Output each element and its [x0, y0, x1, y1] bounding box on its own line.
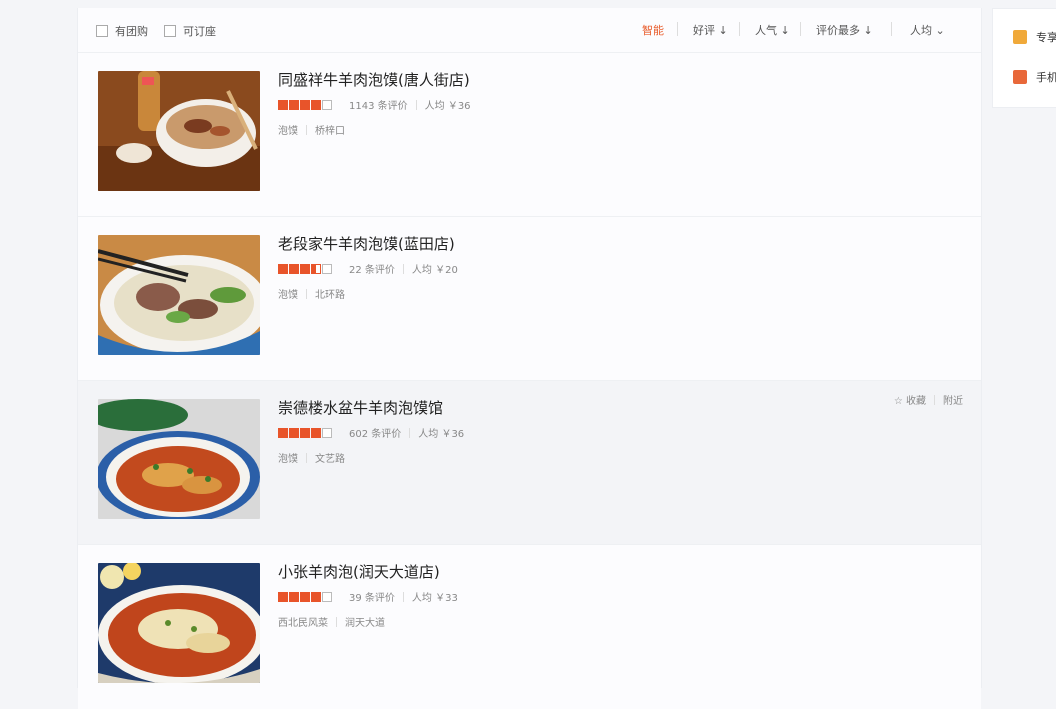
- restaurant-list-panel: 有团购 可订座 智能 好评 ↓ 人气 ↓ 评价最多 ↓ 人均 ⌄ 同盛祥牛羊肉泡…: [77, 8, 982, 709]
- restaurant-photo[interactable]: [98, 399, 260, 519]
- tags-row: 泡馍 北环路: [278, 286, 345, 301]
- avg-price: 人均 ￥36: [418, 429, 465, 440]
- divider: [739, 22, 740, 36]
- sort-smart[interactable]: 智能: [642, 22, 664, 38]
- cuisine-tag[interactable]: 泡馍: [278, 122, 298, 137]
- avg-price: 人均 ￥36: [424, 101, 471, 112]
- star-icon: ☆: [893, 396, 903, 407]
- restaurant-name[interactable]: 崇德楼水盆牛羊肉泡馍馆: [278, 397, 443, 418]
- avg-price: 人均 ￥20: [411, 265, 458, 276]
- area-tag[interactable]: 北环路: [315, 286, 345, 301]
- restaurant-card[interactable]: 崇德楼水盆牛羊肉泡馍馆 602 条评价 人均 ￥36 泡馍 文艺路 ☆ 收藏 附…: [78, 380, 981, 545]
- restaurant-photo[interactable]: [98, 71, 260, 191]
- divider: [891, 22, 892, 36]
- rating-row: 1143 条评价 人均 ￥36: [278, 97, 471, 112]
- star-rating: [278, 263, 333, 274]
- nearby-button[interactable]: 附近: [943, 392, 963, 407]
- filter-bar: 有团购 可订座 智能 好评 ↓ 人气 ↓ 评价最多 ↓ 人均 ⌄: [78, 8, 981, 53]
- checkbox[interactable]: [164, 25, 176, 37]
- star-rating: [278, 427, 333, 438]
- restaurant-name[interactable]: 老段家牛羊肉泡馍(蓝田店): [278, 233, 455, 254]
- review-count[interactable]: 22 条评价: [349, 261, 395, 276]
- review-count[interactable]: 39 条评价: [349, 589, 395, 604]
- restaurant-card[interactable]: 老段家牛羊肉泡馍(蓝田店) 22 条评价 人均 ￥20 泡馍 北环路: [78, 216, 981, 381]
- divider: [800, 22, 801, 36]
- restaurant-name[interactable]: 同盛祥牛羊肉泡馍(唐人街店): [278, 69, 470, 90]
- cuisine-tag[interactable]: 泡馍: [278, 450, 298, 465]
- favorite-button[interactable]: ☆ 收藏: [894, 392, 926, 407]
- star-rating: [278, 591, 333, 602]
- restaurant-name[interactable]: 小张羊肉泡(润天大道店): [278, 561, 440, 582]
- review-count[interactable]: 1143 条评价: [349, 97, 408, 112]
- sort-popularity[interactable]: 人气 ↓: [755, 22, 790, 38]
- side-item-mobile[interactable]: 手机: [1013, 69, 1056, 85]
- reservation-filter[interactable]: 可订座: [164, 23, 216, 39]
- restaurant-card[interactable]: 同盛祥牛羊肉泡馍(唐人街店) 1143 条评价 人均 ￥36 泡馍 桥梓口: [78, 52, 981, 217]
- tags-row: 泡馍 桥梓口: [278, 122, 345, 137]
- sort-reviews[interactable]: 评价最多 ↓: [816, 22, 873, 38]
- restaurant-photo[interactable]: [98, 563, 260, 683]
- card-actions: ☆ 收藏 附近: [894, 392, 963, 407]
- side-item-exclusive[interactable]: 专享: [1013, 29, 1056, 45]
- cuisine-tag[interactable]: 西北民风菜: [278, 614, 328, 629]
- rating-row: 602 条评价 人均 ￥36: [278, 425, 464, 440]
- restaurant-photo[interactable]: [98, 235, 260, 355]
- sort-rating[interactable]: 好评 ↓: [693, 22, 728, 38]
- tags-row: 西北民风菜 润天大道: [278, 614, 385, 629]
- area-tag[interactable]: 桥梓口: [315, 122, 345, 137]
- side-panel: 专享 手机: [992, 8, 1056, 108]
- review-count[interactable]: 602 条评价: [349, 425, 401, 440]
- star-rating: [278, 99, 333, 110]
- cuisine-tag[interactable]: 泡馍: [278, 286, 298, 301]
- area-tag[interactable]: 润天大道: [345, 614, 385, 629]
- divider: [677, 22, 678, 36]
- rating-row: 22 条评价 人均 ￥20: [278, 261, 458, 276]
- tags-row: 泡馍 文艺路: [278, 450, 345, 465]
- sort-price[interactable]: 人均 ⌄: [910, 22, 945, 38]
- gift-icon: [1013, 30, 1027, 44]
- area-tag[interactable]: 文艺路: [315, 450, 345, 465]
- restaurant-card[interactable]: 小张羊肉泡(润天大道店) 39 条评价 人均 ￥33 西北民风菜 润天大道: [78, 544, 981, 709]
- phone-icon: [1013, 70, 1027, 84]
- checkbox[interactable]: [96, 25, 108, 37]
- rating-row: 39 条评价 人均 ￥33: [278, 589, 458, 604]
- avg-price: 人均 ￥33: [411, 593, 458, 604]
- group-buy-filter[interactable]: 有团购: [96, 23, 148, 39]
